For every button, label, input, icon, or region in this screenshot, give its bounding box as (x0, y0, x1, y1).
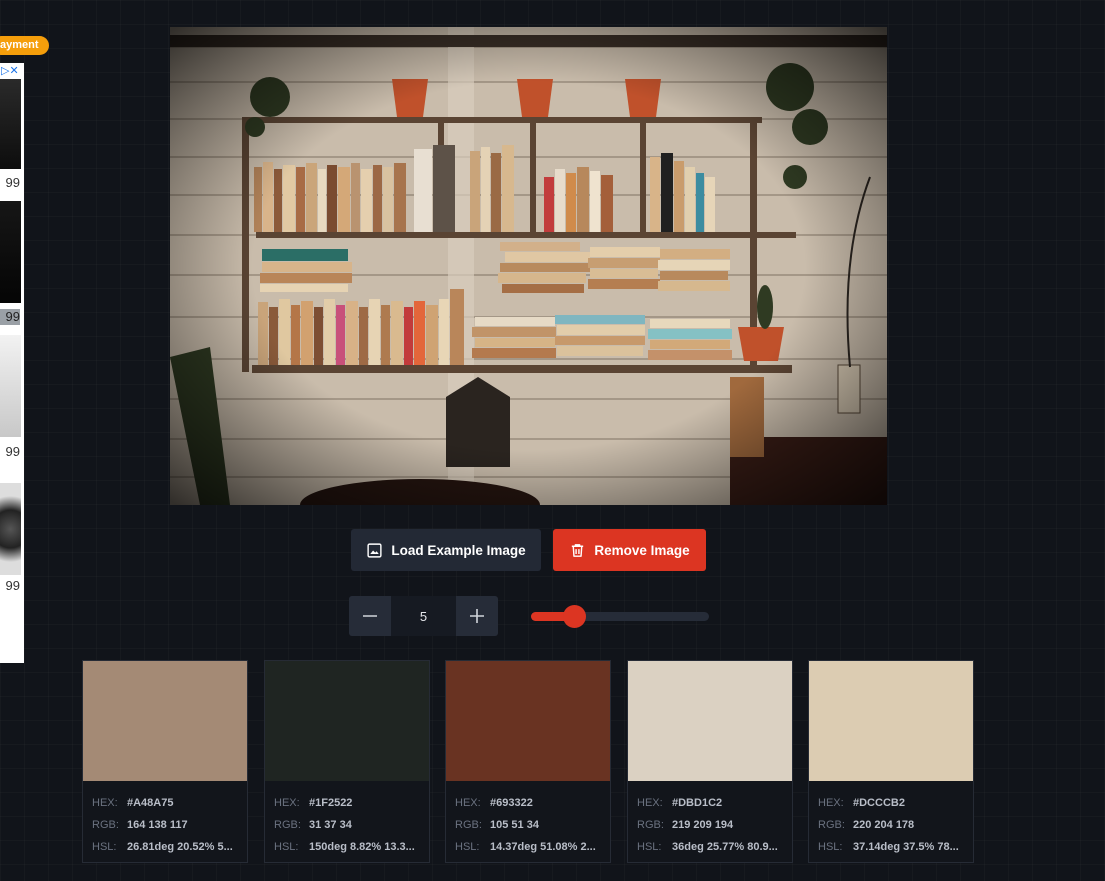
ad-thumbnail[interactable] (0, 79, 21, 169)
hsl-value: 36deg 25.77% 80.9... (672, 841, 778, 853)
palette-card[interactable]: HEX: #693322 RGB: 105 51 34 HSL: 14.37deg 5… (445, 660, 611, 863)
rgb-label: RGB: (455, 819, 482, 831)
color-count-slider[interactable] (531, 605, 709, 628)
hex-value: #A48A75 (127, 797, 174, 809)
color-swatch[interactable] (265, 661, 429, 781)
color-info: HEX: #1F2522 RGB: 31 37 34 HSL: 150deg 8.82… (265, 781, 429, 858)
ad-close-icon[interactable]: ▷✕ (1, 65, 19, 77)
trash-icon (572, 543, 584, 557)
hex-value: #DCCCB2 (853, 797, 905, 809)
color-count-stepper: 5 (349, 596, 498, 636)
increment-button[interactable] (456, 596, 498, 636)
slider-thumb[interactable] (562, 605, 586, 628)
color-swatch[interactable] (628, 661, 792, 781)
hex-label: HEX: (92, 797, 118, 809)
hex-value: #1F2522 (309, 797, 353, 809)
ad-price: 99 (0, 309, 20, 325)
hsl-label: HSL: (637, 841, 662, 853)
palette-card[interactable]: HEX: #1F2522 RGB: 31 37 34 HSL: 150deg 8.82… (264, 660, 430, 863)
hex-label: HEX: (818, 797, 844, 809)
ad-badge[interactable]: ayment (0, 36, 49, 55)
hsl-label: HSL: (818, 841, 843, 853)
hsl-value: 26.81deg 20.52% 5... (127, 841, 233, 853)
rgb-value: 105 51 34 (490, 819, 539, 831)
rgb-value: 219 209 194 (672, 819, 734, 831)
bookshelf-photo-icon (170, 27, 887, 505)
plus-icon (470, 609, 484, 623)
uploaded-image-preview (170, 27, 887, 505)
ad-thumbnail[interactable] (0, 335, 21, 437)
image-icon (367, 542, 382, 558)
minus-icon (363, 615, 377, 617)
load-example-image-label: Load Example Image (391, 542, 526, 558)
color-info: HEX: #693322 RGB: 105 51 34 HSL: 14.37deg 5… (446, 781, 610, 858)
rgb-value: 164 138 117 (127, 819, 188, 831)
ad-price: 99 (5, 444, 20, 459)
hex-value: #693322 (490, 797, 533, 809)
ad-thumbnail[interactable] (0, 483, 21, 575)
rgb-label: RGB: (274, 819, 301, 831)
remove-image-label: Remove Image (594, 542, 690, 558)
color-count-input[interactable]: 5 (391, 596, 456, 636)
color-swatch[interactable] (809, 661, 973, 781)
hex-label: HEX: (637, 797, 663, 809)
ad-price: 99 (5, 175, 20, 190)
ad-thumbnail[interactable] (0, 201, 21, 303)
color-info: HEX: #DBD1C2 RGB: 219 209 194 HSL: 36deg 25… (628, 781, 792, 858)
hex-value: #DBD1C2 (672, 797, 723, 809)
palette-card[interactable]: HEX: #A48A75 RGB: 164 138 117 HSL: 26.81deg… (82, 660, 248, 863)
hsl-label: HSL: (92, 841, 117, 853)
hsl-label: HSL: (455, 841, 480, 853)
color-info: HEX: #A48A75 RGB: 164 138 117 HSL: 26.81deg… (83, 781, 247, 858)
color-info: HEX: #DCCCB2 RGB: 220 204 178 HSL: 37.14deg… (809, 781, 973, 858)
rgb-label: RGB: (818, 819, 845, 831)
rgb-label: RGB: (92, 819, 119, 831)
hsl-value: 14.37deg 51.08% 2... (490, 841, 596, 853)
hex-label: HEX: (274, 797, 300, 809)
hsl-value: 37.14deg 37.5% 78... (853, 841, 959, 853)
ad-price: 99 (5, 578, 20, 593)
hex-label: HEX: (455, 797, 481, 809)
palette-card[interactable]: HEX: #DCCCB2 RGB: 220 204 178 HSL: 37.14deg… (808, 660, 974, 863)
hsl-label: HSL: (274, 841, 299, 853)
ad-panel[interactable]: ▷✕ 99 99 99 99 (0, 63, 24, 663)
palette-card[interactable]: HEX: #DBD1C2 RGB: 219 209 194 HSL: 36deg 25… (627, 660, 793, 863)
remove-image-button[interactable]: Remove Image (553, 529, 706, 571)
rgb-value: 220 204 178 (853, 819, 915, 831)
color-swatch[interactable] (446, 661, 610, 781)
rgb-value: 31 37 34 (309, 819, 352, 831)
hsl-value: 150deg 8.82% 13.3... (309, 841, 415, 853)
decrement-button[interactable] (349, 596, 391, 636)
load-example-image-button[interactable]: Load Example Image (351, 529, 541, 571)
color-swatch[interactable] (83, 661, 247, 781)
rgb-label: RGB: (637, 819, 664, 831)
